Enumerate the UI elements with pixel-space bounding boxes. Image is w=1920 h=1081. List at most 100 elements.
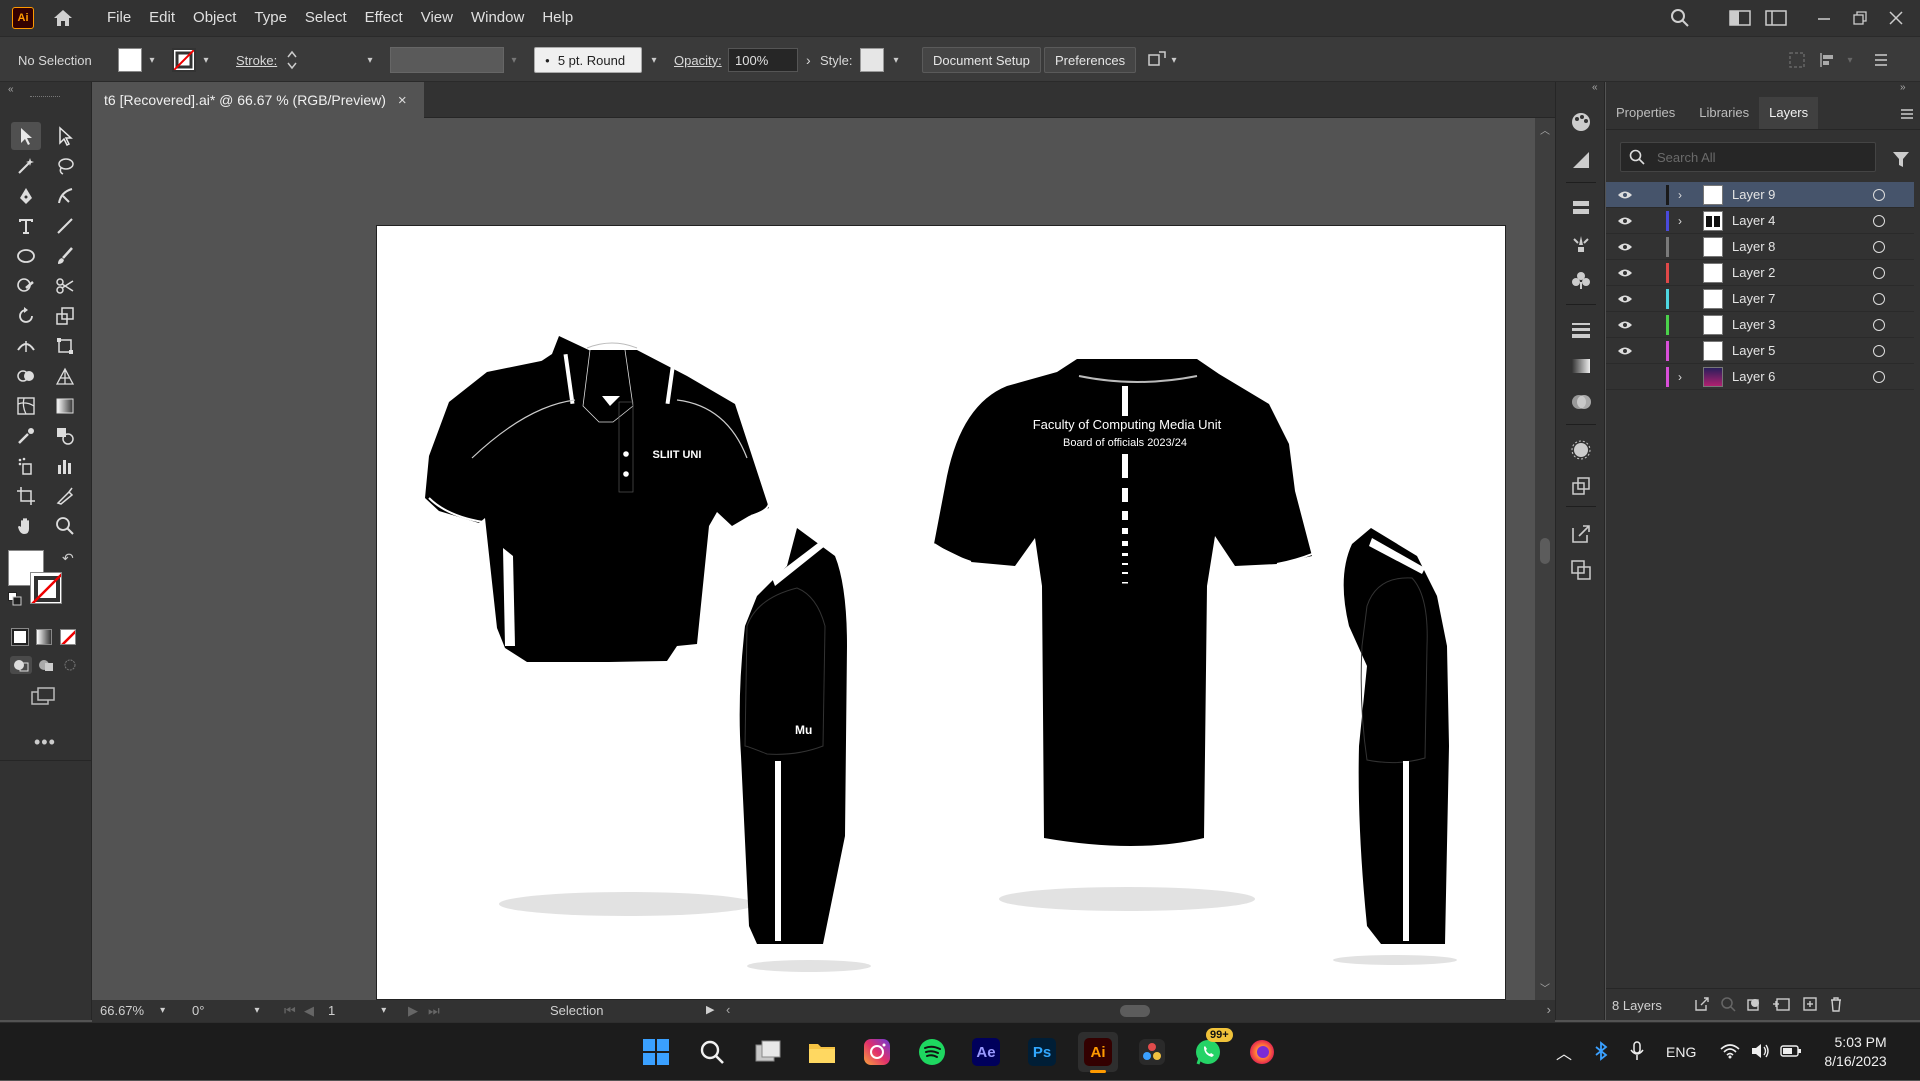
stroke-swatch[interactable] <box>172 48 196 72</box>
layer-row[interactable]: Layer 2 <box>1606 260 1914 286</box>
collapse-toolbar-icon[interactable]: « <box>8 84 14 95</box>
stroke-weight-stepper[interactable]: ▾ <box>286 37 376 83</box>
taskbar-search-icon[interactable] <box>692 1032 732 1072</box>
close-icon[interactable] <box>1878 0 1914 36</box>
ellipse-tool-icon[interactable] <box>11 242 41 270</box>
scroll-left-icon[interactable]: ‹ <box>726 1002 730 1017</box>
layer-target-icon[interactable] <box>1873 240 1885 253</box>
artboards-panel-icon[interactable] <box>1569 558 1593 582</box>
document-setup-button[interactable]: Document Setup <box>922 47 1041 73</box>
draw-inside-icon[interactable] <box>60 656 80 674</box>
layer-target-icon[interactable] <box>1873 214 1885 227</box>
next-artboard-icon[interactable]: ▶ <box>408 1003 418 1019</box>
filter-icon[interactable] <box>1892 150 1910 171</box>
stroke-weight-input[interactable] <box>304 48 364 72</box>
layer-target-icon[interactable] <box>1873 188 1885 201</box>
firefox-icon[interactable] <box>1242 1032 1282 1072</box>
layer-name[interactable]: Layer 3 <box>1732 317 1775 332</box>
type-tool-icon[interactable] <box>11 212 41 240</box>
battery-icon[interactable] <box>1780 1044 1802 1061</box>
restore-icon[interactable] <box>1842 0 1878 36</box>
preferences-button[interactable]: Preferences <box>1044 47 1137 73</box>
rotation-value[interactable]: 0° <box>192 1003 204 1018</box>
color-guide-icon[interactable] <box>1569 110 1593 134</box>
layer-name[interactable]: Layer 9 <box>1732 187 1775 202</box>
wifi-icon[interactable] <box>1720 1043 1740 1062</box>
delete-layer-icon[interactable] <box>1828 996 1844 1015</box>
layer-name[interactable]: Layer 4 <box>1732 213 1775 228</box>
visibility-eye-icon[interactable] <box>1616 238 1634 256</box>
width-tool-icon[interactable] <box>11 332 41 360</box>
visibility-eye-icon[interactable] <box>1616 264 1634 282</box>
toolbar-grip[interactable] <box>30 96 60 99</box>
mesh-tool-icon[interactable] <box>11 392 41 420</box>
scissors-tool-icon[interactable] <box>50 272 80 300</box>
clock[interactable]: 5:03 PM 8/16/2023 <box>1824 1033 1886 1071</box>
back-shirt[interactable]: Faculty of Computing Media Unit Board of… <box>933 359 1313 911</box>
menu-help[interactable]: Help <box>533 0 582 36</box>
artboard[interactable]: SLIIT UNI Mu Faculty of Computing Media … <box>376 225 1506 1000</box>
visibility-eye-icon[interactable] <box>1616 212 1634 230</box>
instagram-icon[interactable] <box>857 1032 897 1072</box>
layer-row[interactable]: Layer 5 <box>1606 338 1914 364</box>
menu-file[interactable]: File <box>98 0 140 36</box>
blend-tool-icon[interactable] <box>50 422 80 450</box>
horizontal-scrollbar[interactable]: ‹ › <box>722 1000 1555 1022</box>
edit-toolbar-icon[interactable]: ••• <box>34 732 56 753</box>
illustrator-taskbar-icon[interactable]: Ai <box>1078 1032 1118 1073</box>
layer-name[interactable]: Layer 6 <box>1732 369 1775 384</box>
stepper-arrows-icon[interactable] <box>286 49 298 71</box>
task-view-icon[interactable] <box>748 1032 788 1072</box>
opacity-label[interactable]: Opacity: <box>674 37 722 83</box>
scroll-up-icon[interactable]: ︿ <box>1540 122 1550 137</box>
opacity-field-group[interactable]: 100% › <box>728 37 811 83</box>
eyedropper-tool-icon[interactable] <box>11 422 41 450</box>
search-icon[interactable] <box>1662 0 1698 36</box>
scroll-down-icon[interactable]: ﹀ <box>1540 980 1550 995</box>
create-sublayer-icon[interactable] <box>1772 996 1790 1015</box>
workspace-icon[interactable] <box>1722 0 1758 36</box>
home-icon[interactable] <box>50 7 76 29</box>
gradient-panel-icon[interactable] <box>1569 354 1593 378</box>
chevron-down-icon[interactable]: ▾ <box>200 55 212 66</box>
menu-window[interactable]: Window <box>462 0 533 36</box>
chevron-down-icon[interactable]: ▾ <box>160 1005 165 1016</box>
vertical-scrollbar[interactable]: ︿ ﹀ <box>1535 118 1555 1000</box>
collapse-panel-icon[interactable]: » <box>1900 82 1906 93</box>
perspective-grid-tool-icon[interactable] <box>50 362 80 390</box>
visibility-eye-icon[interactable] <box>1616 186 1634 204</box>
layer-target-icon[interactable] <box>1873 344 1885 357</box>
windows-start-icon[interactable] <box>636 1032 676 1072</box>
visibility-eye-icon[interactable] <box>1616 342 1634 360</box>
arrange-group[interactable]: ▾ <box>1146 37 1180 83</box>
export-icon[interactable] <box>1569 522 1593 546</box>
expand-chevron-icon[interactable]: › <box>1678 370 1682 384</box>
symbol-sprayer-tool-icon[interactable] <box>11 452 41 480</box>
none-mode-icon[interactable] <box>60 629 76 645</box>
asset-export-icon[interactable] <box>1569 474 1593 498</box>
zoom-tool-icon[interactable] <box>50 512 80 540</box>
draw-normal-icon[interactable] <box>10 656 32 674</box>
screen-mode-icon[interactable] <box>30 686 58 708</box>
paintbrush-tool-icon[interactable] <box>50 242 80 270</box>
stroke-label[interactable]: Stroke: <box>236 37 277 83</box>
close-tab-icon[interactable]: × <box>398 92 407 109</box>
minimize-icon[interactable] <box>1806 0 1842 36</box>
arrange-icon[interactable] <box>1146 49 1168 71</box>
panel-menu-icon[interactable] <box>1872 51 1890 69</box>
spotify-icon[interactable] <box>912 1032 952 1072</box>
bluetooth-icon[interactable] <box>1594 1040 1608 1064</box>
symbols-icon[interactable] <box>1569 268 1593 292</box>
layer-target-icon[interactable] <box>1873 266 1885 279</box>
chevron-down-icon[interactable]: ▾ <box>890 55 902 66</box>
status-menu-icon[interactable]: ▶ <box>706 1003 714 1016</box>
left-side-sleeve-view[interactable]: Mu <box>739 528 871 972</box>
menu-edit[interactable]: Edit <box>140 0 184 36</box>
photoshop-icon[interactable]: Ps <box>1022 1032 1062 1072</box>
stroke-swatch-group[interactable]: ▾ <box>172 37 212 83</box>
menu-view[interactable]: View <box>412 0 462 36</box>
chevron-down-icon[interactable]: ▾ <box>381 1005 386 1016</box>
layer-target-icon[interactable] <box>1873 370 1885 383</box>
layer-row[interactable]: Layer 3 <box>1606 312 1914 338</box>
free-transform-tool-icon[interactable] <box>50 332 80 360</box>
